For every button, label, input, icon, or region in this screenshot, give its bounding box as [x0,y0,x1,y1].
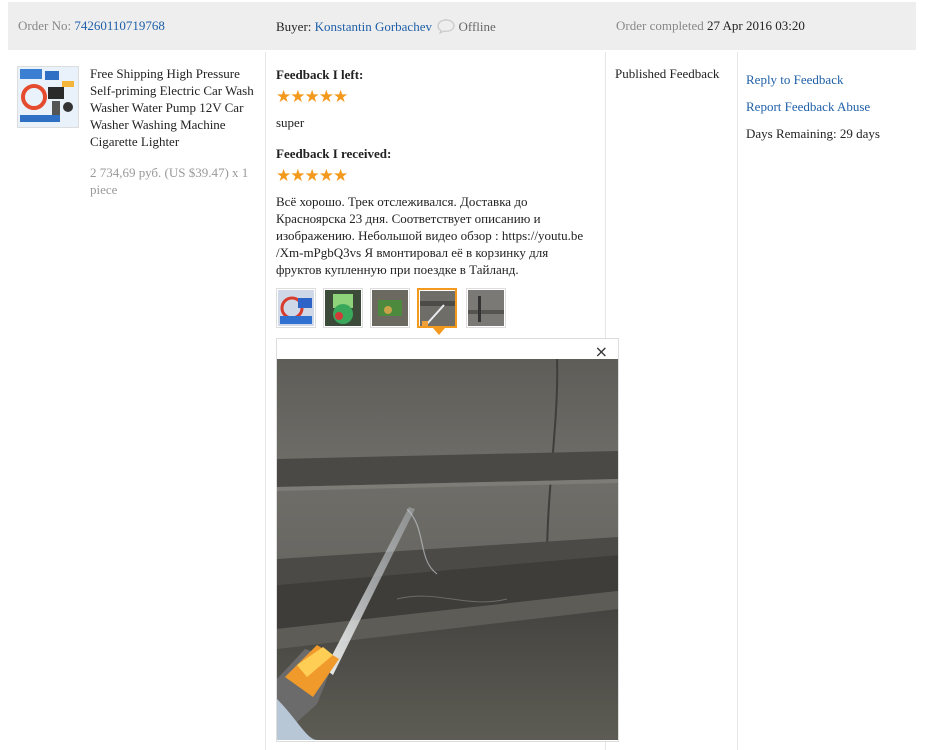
photo-viewer: × [276,338,619,742]
chat-icon [437,18,455,38]
feedback-status: Published Feedback [615,66,720,81]
feedback-received-label: Feedback I received: [276,146,392,161]
feedback-received-stars: ★★★★★ [276,166,348,185]
review-photo-thumb[interactable] [276,288,316,328]
order-number: Order No: 74260110719768 [18,18,165,34]
buyer-info: Buyer: Konstantin Gorbachev Offline [276,18,496,38]
reply-to-feedback-link[interactable]: Reply to Feedback [746,66,880,93]
feedback-left-label: Feedback I left: [276,67,364,82]
review-photo-large [277,359,618,740]
product-thumbnail[interactable] [17,66,79,128]
days-remaining: Days Remaining: 29 days [746,126,880,141]
review-photo-thumb[interactable] [466,288,506,328]
feedback-received-text: Всё хорошо. Трек отслеживался. Доставка … [276,194,584,277]
buyer-label: Buyer: [276,19,312,34]
feedback-left-stars: ★★★★★ [276,87,348,106]
completed-date: 27 Apr 2016 03:20 [706,18,805,33]
selected-photo-pointer [433,328,445,335]
order-label: Order No: [18,18,72,33]
product-title[interactable]: Free Shipping High Pressure Self-priming… [90,65,255,150]
order-number-link[interactable]: 74260110719768 [74,18,165,33]
review-photo-thumb[interactable] [323,288,363,328]
feedback-left-text: super [276,115,305,130]
buyer-name-link[interactable]: Konstantin Gorbachev [315,19,432,34]
column-divider [737,52,738,750]
review-photo-thumb[interactable] [370,288,410,328]
completed-label: Order completed [616,18,704,33]
order-completed: Order completed 27 Apr 2016 03:20 [616,18,805,34]
column-divider [265,52,266,750]
report-feedback-abuse-link[interactable]: Report Feedback Abuse [746,93,880,120]
order-header: Order No: 74260110719768 Buyer: Konstant… [8,2,916,50]
review-photo-thumb-selected[interactable] [417,288,457,328]
feedback-actions: Reply to Feedback Report Feedback Abuse … [746,66,880,147]
buyer-status: Offline [458,19,496,34]
product-price: 2 734,69 руб. (US $39.47) x 1 piece [90,165,249,197]
